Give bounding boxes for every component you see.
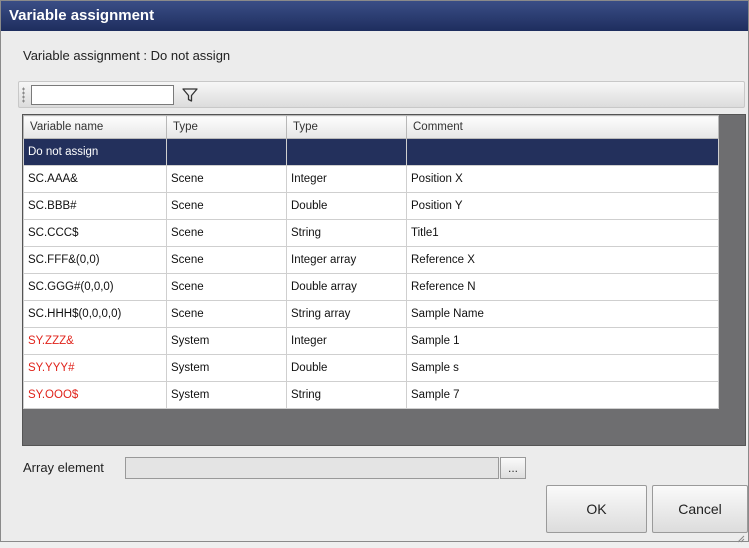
variable-table: Variable name Type Type Comment Do not a… bbox=[23, 115, 719, 409]
cell-comment: Title1 bbox=[406, 219, 719, 247]
cell-type: Scene bbox=[166, 192, 287, 220]
table-row[interactable]: SC.BBB# Scene Double Position Y bbox=[23, 192, 719, 220]
cell-comment bbox=[406, 138, 719, 166]
resize-grip-icon[interactable] bbox=[737, 530, 745, 543]
cell-variable-name: SY.ZZZ& bbox=[23, 327, 167, 355]
cell-type: Integer bbox=[286, 327, 407, 355]
cell-comment: Sample 1 bbox=[406, 327, 719, 355]
table-row[interactable]: Do not assign bbox=[23, 138, 719, 166]
table-row[interactable]: SY.OOO$ System String Sample 7 bbox=[23, 381, 719, 409]
cell-type: System bbox=[166, 354, 287, 382]
array-element-browse-button[interactable]: ... bbox=[500, 457, 526, 479]
cell-comment: Reference X bbox=[406, 246, 719, 274]
array-element-label: Array element bbox=[23, 460, 104, 475]
ok-button[interactable]: OK bbox=[546, 485, 647, 533]
cell-type: System bbox=[166, 381, 287, 409]
cell-type: System bbox=[166, 327, 287, 355]
cell-variable-name: SC.GGG#(0,0,0) bbox=[23, 273, 167, 301]
variable-assignment-dialog: Variable assignment Variable assignment … bbox=[0, 0, 749, 543]
table-row[interactable]: SC.FFF&(0,0) Scene Integer array Reference … bbox=[23, 246, 719, 274]
title-bar[interactable]: Variable assignment bbox=[1, 1, 748, 31]
table-row[interactable]: SC.CCC$ Scene String Title1 bbox=[23, 219, 719, 247]
cancel-button[interactable]: Cancel bbox=[652, 485, 748, 533]
cell-type: String bbox=[286, 219, 407, 247]
current-assignment-label: Variable assignment : Do not assign bbox=[23, 48, 231, 63]
cell-variable-name: SY.YYY# bbox=[23, 354, 167, 382]
cell-variable-name: SY.OOO$ bbox=[23, 381, 167, 409]
column-header-comment[interactable]: Comment bbox=[406, 115, 719, 139]
cell-comment: Sample 7 bbox=[406, 381, 719, 409]
cell-type: Scene bbox=[166, 300, 287, 328]
cell-variable-name: SC.BBB# bbox=[23, 192, 167, 220]
filter-input[interactable] bbox=[31, 85, 174, 105]
cell-type: Scene bbox=[166, 219, 287, 247]
cell-comment: Position X bbox=[406, 165, 719, 193]
cell-type: Integer bbox=[286, 165, 407, 193]
cell-comment: Sample s bbox=[406, 354, 719, 382]
cell-variable-name: SC.FFF&(0,0) bbox=[23, 246, 167, 274]
array-element-field[interactable] bbox=[125, 457, 499, 479]
table-row[interactable]: SC.HHH$(0,0,0,0) Scene String array Sample … bbox=[23, 300, 719, 328]
cell-type: String array bbox=[286, 300, 407, 328]
filter-icon[interactable] bbox=[181, 86, 199, 104]
table-row[interactable]: SC.GGG#(0,0,0) Scene Double array Reference… bbox=[23, 273, 719, 301]
cell-type: Double bbox=[286, 192, 407, 220]
table-header-row: Variable name Type Type Comment bbox=[23, 115, 719, 139]
table-row[interactable]: SY.YYY# System Double Sample s bbox=[23, 354, 719, 382]
cell-variable-name: SC.AAA& bbox=[23, 165, 167, 193]
cell-comment: Sample Name bbox=[406, 300, 719, 328]
column-header-variable-name[interactable]: Variable name bbox=[23, 115, 167, 139]
cell-variable-name: Do not assign bbox=[23, 138, 167, 166]
cell-variable-name: SC.HHH$(0,0,0,0) bbox=[23, 300, 167, 328]
cell-type: Double array bbox=[286, 273, 407, 301]
cell-type: Scene bbox=[166, 246, 287, 274]
cell-type: Double bbox=[286, 354, 407, 382]
column-header-type[interactable]: Type bbox=[166, 115, 287, 139]
toolbar-grip[interactable] bbox=[22, 87, 25, 103]
filter-toolbar bbox=[18, 81, 745, 108]
cell-type bbox=[286, 138, 407, 166]
table-row[interactable]: SY.ZZZ& System Integer Sample 1 bbox=[23, 327, 719, 355]
cell-type bbox=[166, 138, 287, 166]
cell-comment: Reference N bbox=[406, 273, 719, 301]
cell-type: Scene bbox=[166, 273, 287, 301]
variable-table-container: Variable name Type Type Comment Do not a… bbox=[22, 114, 746, 446]
cell-variable-name: SC.CCC$ bbox=[23, 219, 167, 247]
table-row[interactable]: SC.AAA& Scene Integer Position X bbox=[23, 165, 719, 193]
cell-comment: Position Y bbox=[406, 192, 719, 220]
column-header-type[interactable]: Type bbox=[286, 115, 407, 139]
cell-type: Integer array bbox=[286, 246, 407, 274]
cell-type: Scene bbox=[166, 165, 287, 193]
cell-type: String bbox=[286, 381, 407, 409]
